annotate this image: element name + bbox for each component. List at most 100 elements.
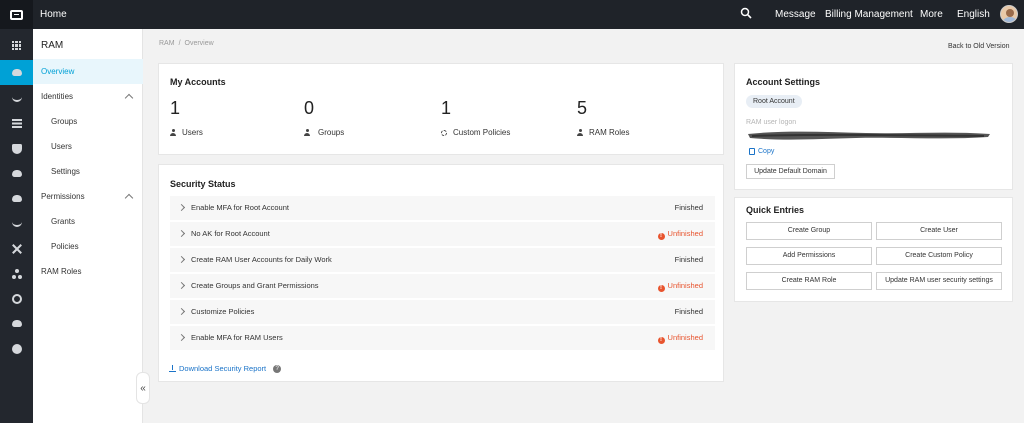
status-text: Finished xyxy=(674,255,703,264)
sidebar-item-label: Overview xyxy=(41,67,75,76)
ram-user-logon-label: RAM user logon xyxy=(746,119,797,126)
sidebar-item-policies[interactable]: Policies xyxy=(33,234,143,259)
back-to-old-version-link[interactable]: Back to Old Version xyxy=(948,43,1009,50)
shield-icon[interactable] xyxy=(0,136,33,161)
sidebar-item-label: Settings xyxy=(51,167,80,176)
sidebar-item-settings[interactable]: Settings xyxy=(33,159,143,184)
create-ram-role-button[interactable]: Create RAM Role xyxy=(746,272,872,290)
breadcrumb: RAM / Overview xyxy=(159,40,214,47)
sidebar-item-label: Identities xyxy=(41,92,74,101)
groups-count: 0 xyxy=(304,98,315,118)
chevron-right-icon xyxy=(177,203,186,212)
database-icon[interactable] xyxy=(0,111,33,136)
chevron-right-icon xyxy=(177,333,186,342)
chevron-up-icon xyxy=(124,193,134,203)
security-row[interactable]: Enable MFA for Root Account Finished xyxy=(170,196,715,220)
warning-icon: ! xyxy=(657,337,665,344)
network-nodes-icon[interactable] xyxy=(0,261,33,286)
security-row[interactable]: Enable MFA for RAM Users! Unfinished xyxy=(170,326,715,350)
circle-icon[interactable] xyxy=(0,336,33,361)
sidebar-title: RAM xyxy=(41,40,64,51)
chevron-right-icon xyxy=(177,255,186,264)
message-link[interactable]: Message xyxy=(775,9,816,20)
top-navigation-bar: Home Message Billing Management More Eng… xyxy=(0,0,1024,29)
sidebar-item-groups[interactable]: Groups xyxy=(33,109,143,134)
home-link[interactable]: Home xyxy=(40,9,67,20)
cloud-storage-icon[interactable] xyxy=(0,161,33,186)
security-status-title: Security Status xyxy=(170,179,236,189)
sidebar-item-overview[interactable]: Overview xyxy=(33,59,143,84)
status-badge-unfinished: ! Unfinished xyxy=(657,281,703,292)
download-icon xyxy=(169,365,176,372)
account-settings-title: Account Settings xyxy=(746,77,821,87)
chevron-right-icon xyxy=(177,229,186,238)
user-avatar[interactable] xyxy=(1000,5,1018,23)
sidebar-item-permissions[interactable]: Permissions xyxy=(33,184,143,209)
root-account-badge: Root Account xyxy=(746,95,802,108)
create-group-button[interactable]: Create Group xyxy=(746,222,872,240)
globe-icon[interactable] xyxy=(0,286,33,311)
sidebar-item-identities[interactable]: Identities xyxy=(33,84,143,109)
my-accounts-title: My Accounts xyxy=(170,77,226,87)
security-row[interactable]: Customize Policies Finished xyxy=(170,300,715,324)
create-user-button[interactable]: Create User xyxy=(876,222,1002,240)
products-grid-icon[interactable] xyxy=(0,33,33,58)
create-custom-policy-button[interactable]: Create Custom Policy xyxy=(876,247,1002,265)
ram-roles-stat[interactable]: RAM Roles xyxy=(577,128,629,137)
security-row-label: Create RAM User Accounts for Daily Work xyxy=(191,255,332,264)
status-badge-unfinished: ! Unfinished xyxy=(657,229,703,240)
help-icon[interactable]: ? xyxy=(273,364,282,373)
group-icon xyxy=(304,129,312,136)
breadcrumb-current: Overview xyxy=(184,40,214,47)
security-row-label: No AK for Root Account xyxy=(191,229,270,238)
sidebar-item-users[interactable]: Users xyxy=(33,134,143,159)
user-icon xyxy=(170,129,176,136)
status-text: Unfinished xyxy=(667,281,703,290)
breadcrumb-root[interactable]: RAM xyxy=(159,40,175,47)
cloud-server-icon[interactable] xyxy=(0,86,33,111)
cloud-monitor-icon[interactable] xyxy=(0,311,33,336)
breadcrumb-separator: / xyxy=(178,40,181,47)
custom-policies-label: Custom Policies xyxy=(453,128,511,137)
security-row-label: Customize Policies xyxy=(191,307,255,316)
cloud-upload-icon[interactable] xyxy=(0,186,33,211)
download-security-report-link[interactable]: Download Security Report ? xyxy=(169,364,282,373)
users-stat[interactable]: Users xyxy=(170,128,203,137)
connection-icon[interactable] xyxy=(0,211,33,236)
collapse-sidebar-button[interactable]: « xyxy=(136,372,150,404)
ram-sidebar: RAM Overview Identities Groups Users Set… xyxy=(33,29,143,423)
console-logo-icon[interactable] xyxy=(0,0,33,29)
chevron-right-icon xyxy=(177,281,186,290)
sidebar-item-grants[interactable]: Grants xyxy=(33,209,143,234)
warning-icon: ! xyxy=(657,233,665,240)
copy-label: Copy xyxy=(758,148,775,155)
search-icon[interactable] xyxy=(740,7,752,21)
ram-cloud-icon[interactable] xyxy=(0,60,33,85)
sidebar-item-ram-roles[interactable]: RAM Roles xyxy=(33,259,143,284)
sidebar-item-label: Grants xyxy=(51,217,76,226)
product-icon-rail xyxy=(0,29,33,423)
sidebar-item-label: RAM Roles xyxy=(41,267,82,276)
add-permissions-button[interactable]: Add Permissions xyxy=(746,247,872,265)
security-row[interactable]: No AK for Root Account ! Unfinished xyxy=(170,222,715,246)
chevron-right-icon xyxy=(177,307,186,316)
groups-stat[interactable]: Groups xyxy=(304,128,344,137)
custom-policies-stat[interactable]: Custom Policies xyxy=(441,128,510,137)
gear-icon xyxy=(441,129,447,136)
security-row[interactable]: Create RAM User Accounts for Daily Work F… xyxy=(170,248,715,272)
sidebar-item-label: Permissions xyxy=(41,192,85,201)
cross-icon[interactable] xyxy=(0,236,33,261)
sidebar-item-label: Groups xyxy=(51,117,78,126)
ram-roles-label: RAM Roles xyxy=(589,128,630,137)
download-label: Download Security Report xyxy=(179,364,267,373)
more-menu[interactable]: More xyxy=(920,9,943,20)
role-icon xyxy=(577,129,583,136)
security-row-label: Enable MFA for Root Account xyxy=(191,203,289,212)
copy-button[interactable]: Copy xyxy=(749,148,774,155)
update-ram-user-security-settings-button[interactable]: Update RAM user security settings xyxy=(876,272,1002,290)
update-default-domain-button[interactable]: Update Default Domain xyxy=(746,164,835,179)
billing-management-link[interactable]: Billing Management xyxy=(825,9,913,20)
language-selector[interactable]: English xyxy=(957,9,990,20)
security-row-label: Create Groups and Grant Permissions xyxy=(191,281,319,290)
security-row[interactable]: Create Groups and Grant Permissions ! Unfi… xyxy=(170,274,715,298)
